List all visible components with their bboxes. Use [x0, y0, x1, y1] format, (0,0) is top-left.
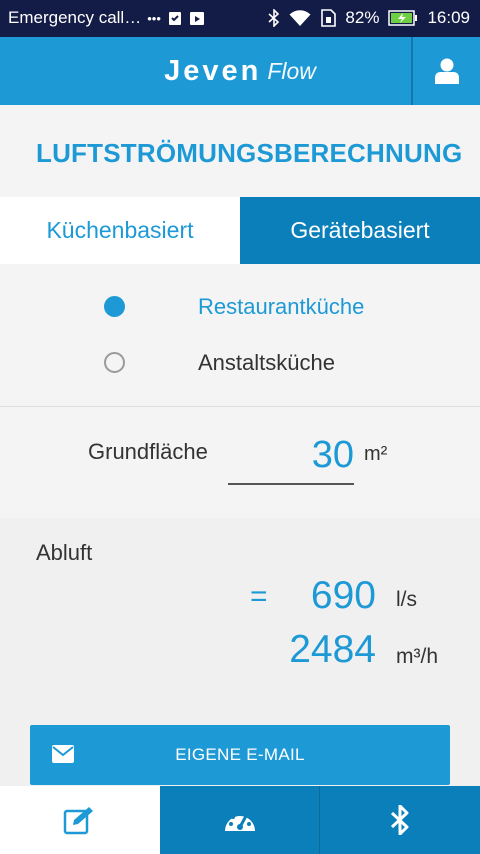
notification-text: Emergency call… [8, 8, 142, 27]
own-email-button[interactable]: EIGENE E-MAIL [30, 725, 450, 785]
play-store-notification-icon [189, 10, 205, 26]
exhaust-label: Abluft [36, 540, 93, 565]
area-section: Grundfläche 30 m² [0, 407, 480, 518]
area-input[interactable]: 30 [228, 429, 354, 485]
flow-ls-unit: l/s [396, 588, 417, 611]
battery-charging-icon [388, 9, 418, 27]
wifi-icon [289, 9, 311, 27]
flow-m3h-value: 2484 [289, 628, 376, 671]
option-label: Restaurantküche [198, 294, 365, 319]
area-unit: m² [364, 443, 388, 465]
bluetooth-status-icon [268, 9, 280, 27]
area-label: Grundfläche [88, 439, 208, 464]
app-bar: Jeven Flow [0, 37, 480, 105]
option-institutional-kitchen[interactable]: Anstaltsküche [0, 342, 480, 382]
edit-icon [63, 807, 93, 835]
speedometer-icon [224, 812, 255, 831]
status-bar: Emergency call… ••• 82% 16:09 [0, 0, 480, 37]
radio-unchecked-icon[interactable] [104, 352, 125, 373]
radio-checked-icon[interactable] [104, 296, 125, 317]
clock: 16:09 [427, 8, 470, 27]
bottom-nav [0, 786, 480, 854]
email-button-label: EIGENE E-MAIL [175, 745, 305, 764]
profile-button[interactable] [411, 37, 480, 105]
app-logo: Jeven Flow [0, 37, 480, 105]
nav-edit[interactable] [0, 786, 160, 854]
tab-device-based[interactable]: Gerätebasiert [240, 197, 480, 264]
nav-bluetooth[interactable] [319, 786, 480, 854]
more-notifications-icon: ••• [147, 10, 161, 26]
user-icon [434, 58, 459, 84]
title-area: LUFTSTRÖMUNGSBERECHNUNG [0, 105, 480, 197]
kitchen-type-options: Restaurantküche Anstaltsküche [0, 264, 480, 407]
page-title: LUFTSTRÖMUNGSBERECHNUNG [36, 138, 463, 168]
battery-percent: 82% [345, 8, 380, 27]
clipboard-notification-icon [167, 10, 183, 26]
nav-dashboard[interactable] [159, 786, 320, 854]
option-label: Anstaltsküche [198, 350, 335, 375]
flow-m3h-unit: m³/h [396, 645, 438, 668]
bluetooth-icon [391, 805, 409, 835]
app-brand: Jeven [164, 54, 262, 87]
option-restaurant-kitchen[interactable]: Restaurantküche [0, 286, 480, 326]
sim-icon [320, 9, 337, 27]
mode-tabs: Küchenbasiert Gerätebasiert [0, 197, 480, 264]
flow-ls-value: 690 [310, 574, 376, 617]
tab-kitchen-based[interactable]: Küchenbasiert [0, 197, 240, 264]
equals-sign: = [250, 580, 268, 613]
app-subtitle: Flow [267, 57, 316, 84]
